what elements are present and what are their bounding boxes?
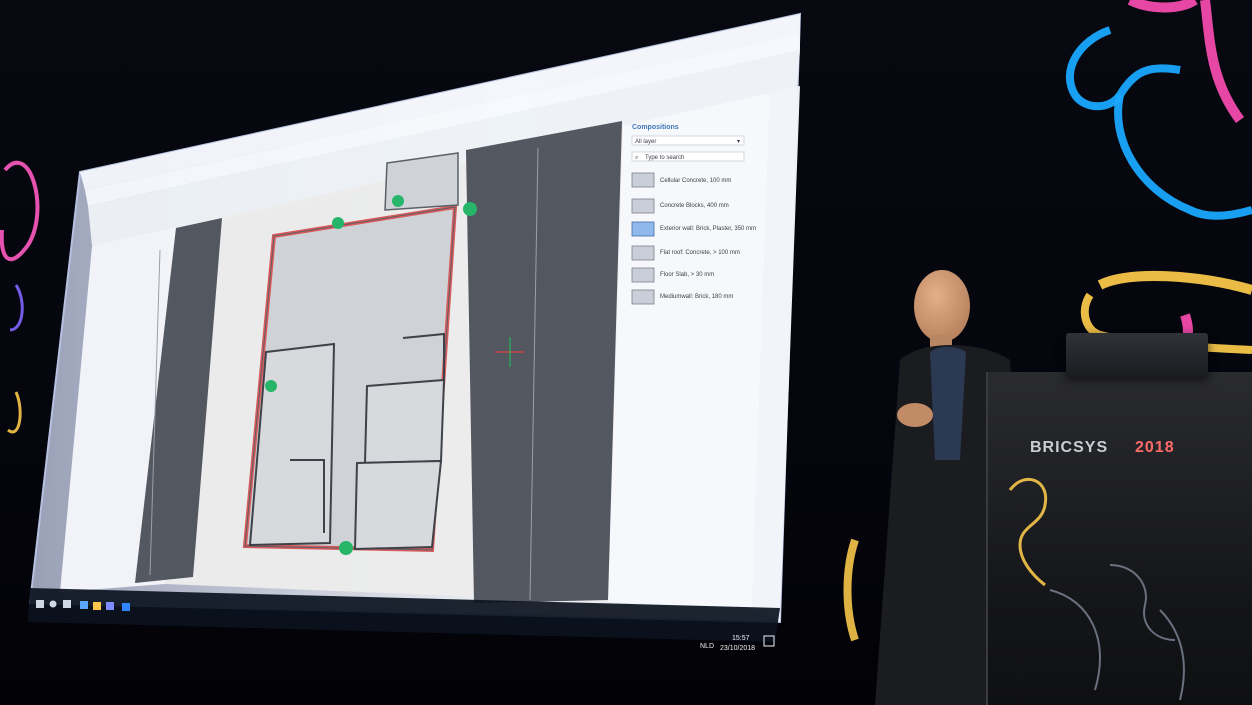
podium-brand: BRICSYS 2018 (1030, 432, 1230, 467)
podium-artwork (1008, 477, 1185, 701)
stage: Compositions All layer ▾ Type to search … (0, 0, 1252, 705)
laptop (1066, 333, 1208, 377)
podium-brand-year: 2018 (1135, 439, 1175, 456)
podium-brand-bricsys: BRICSYS (1030, 439, 1108, 456)
podium-brand-svg: BRICSYS 2018 (1030, 439, 1175, 456)
